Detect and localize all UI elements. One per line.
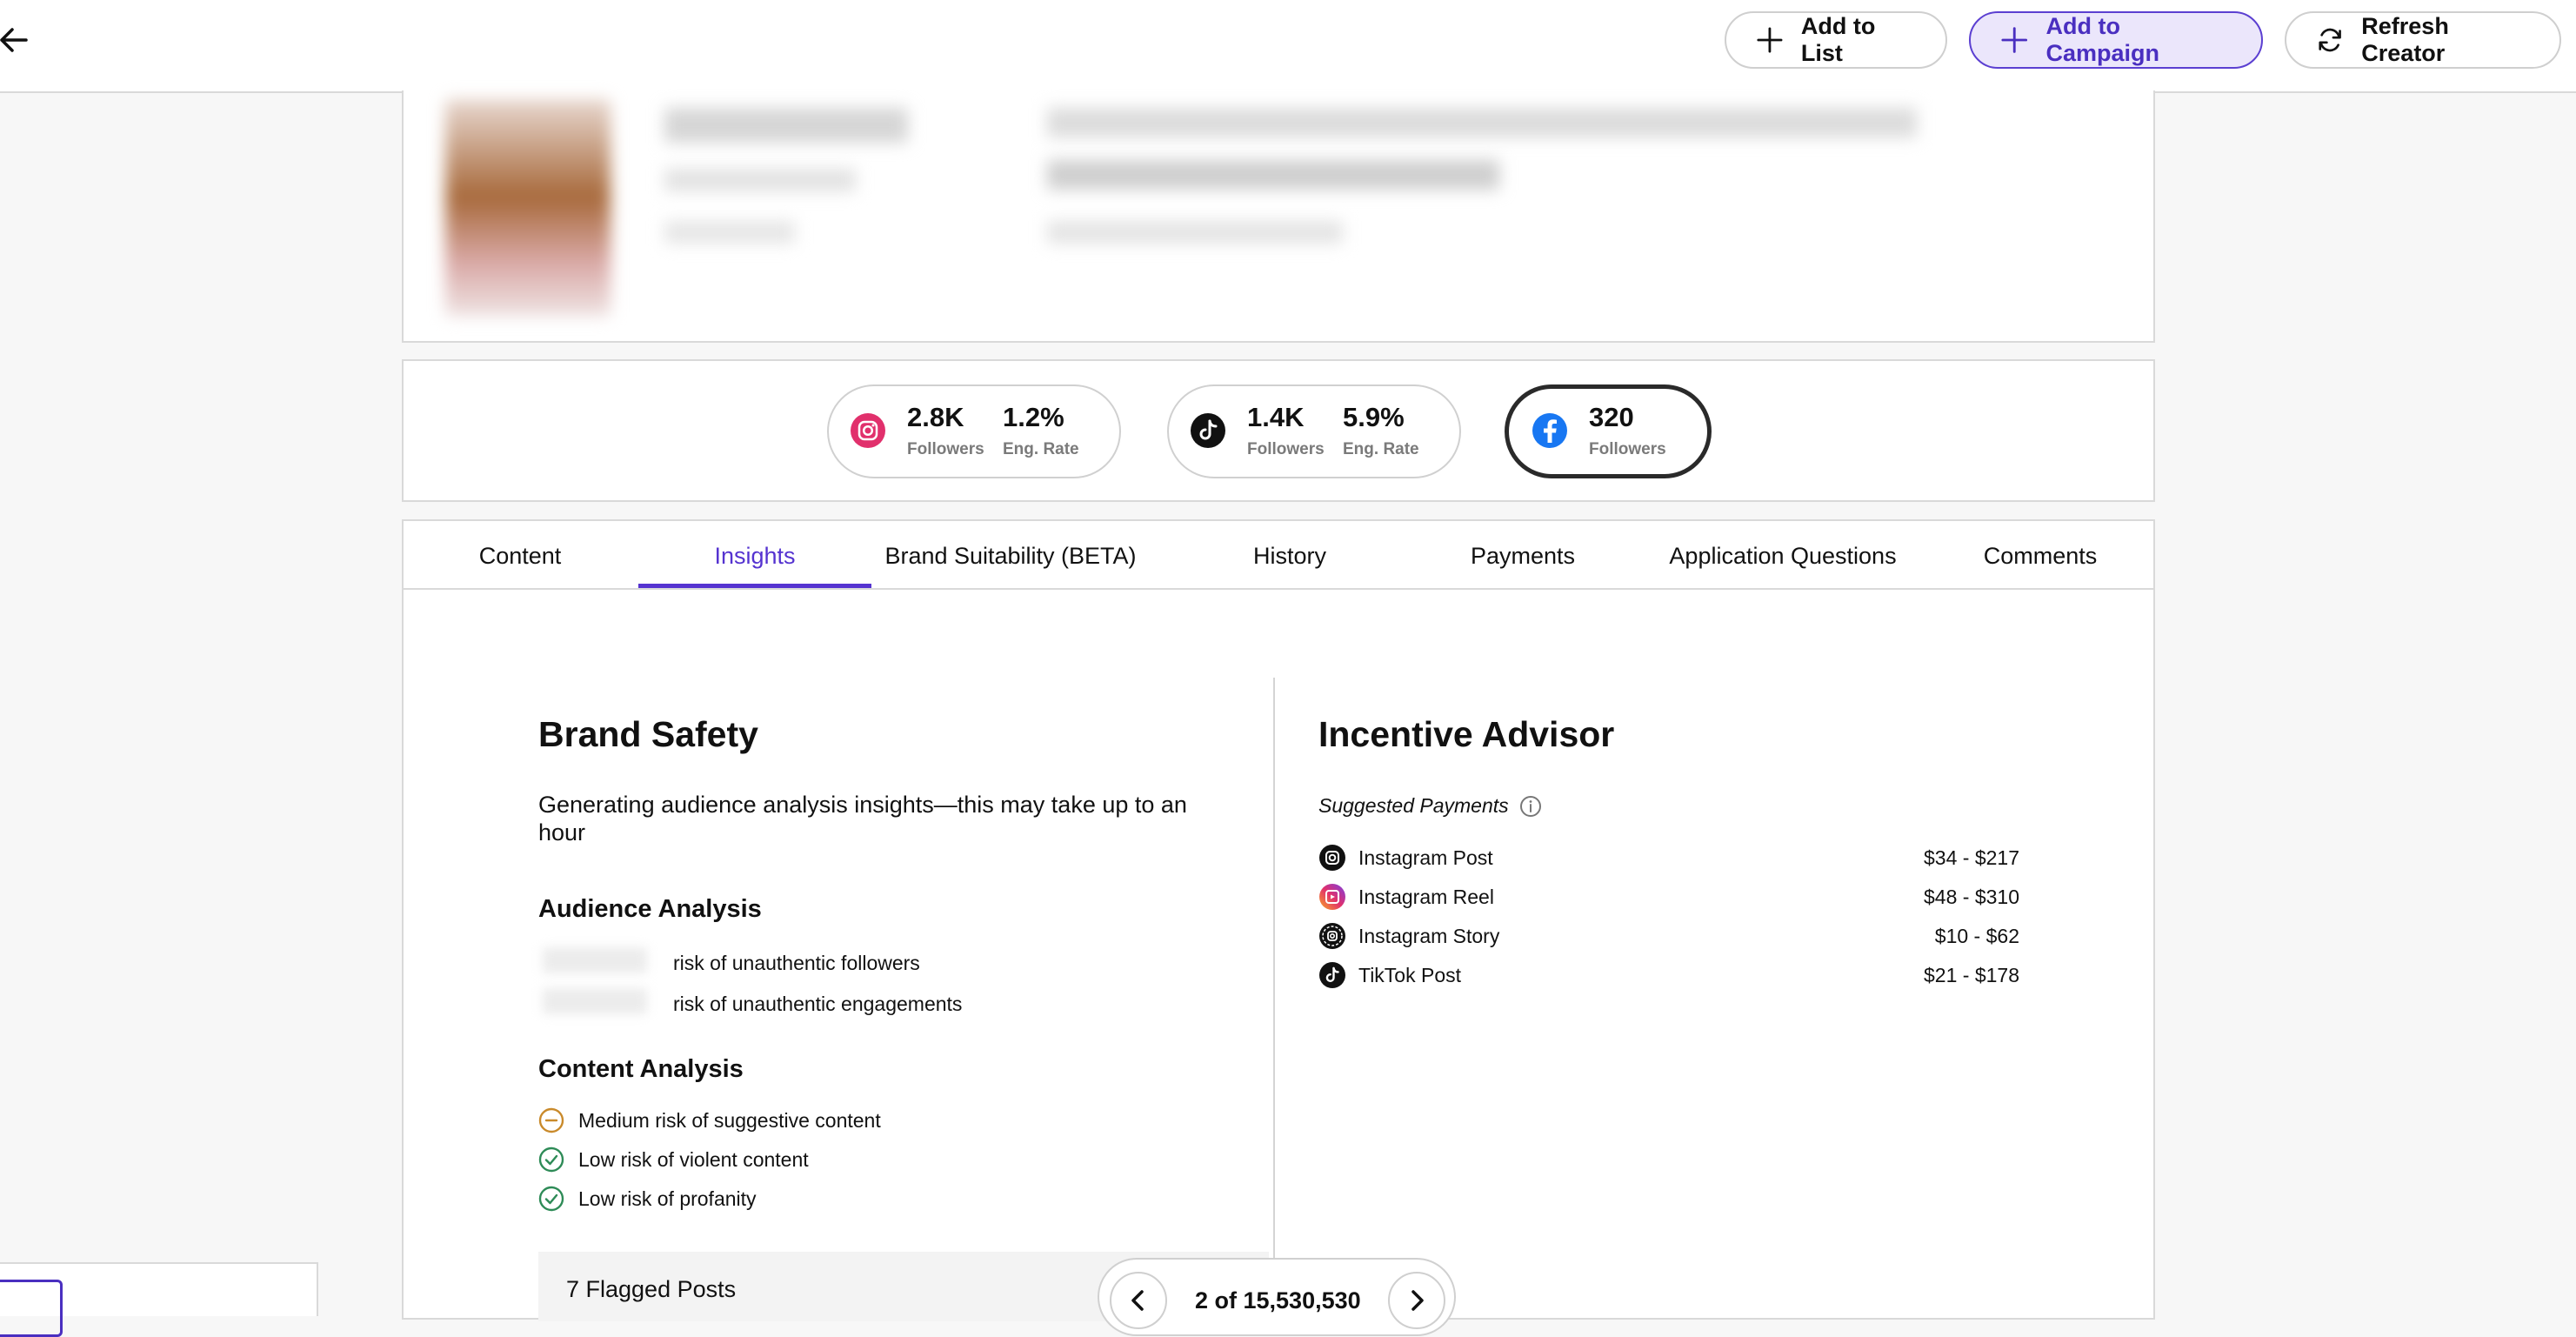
eng-rate-label: Eng. Rate bbox=[1343, 440, 1419, 458]
followers-label: Followers bbox=[1589, 440, 1666, 458]
check-circle-icon bbox=[538, 1186, 564, 1212]
chevron-left-icon bbox=[1131, 1290, 1144, 1311]
tiktok-icon bbox=[1319, 962, 1345, 988]
refresh-creator-label: Refresh Creator bbox=[2361, 13, 2449, 66]
suggested-payments-label: Suggested Payments bbox=[1318, 794, 1509, 817]
content-analysis-title: Content Analysis bbox=[538, 1055, 744, 1083]
instagram-icon bbox=[1319, 845, 1345, 871]
content-item: Low risk of profanity bbox=[538, 1186, 757, 1212]
instagram-reel-icon bbox=[1319, 884, 1345, 910]
side-panel-selected-box[interactable] bbox=[0, 1280, 63, 1337]
add-to-campaign-label: Add to Campaign bbox=[2045, 13, 2160, 66]
plus-icon bbox=[2001, 27, 2028, 53]
incentive-advisor-title: Incentive Advisor bbox=[1318, 714, 1615, 754]
audience-item: risk of unauthentic engagements bbox=[673, 993, 963, 1015]
payment-row: Instagram Story $10 - $62 bbox=[1318, 922, 2019, 950]
suggested-payments-heading: Suggested Payments bbox=[1318, 794, 1542, 818]
plus-icon bbox=[1757, 27, 1783, 53]
tab-content[interactable]: Content bbox=[404, 521, 637, 588]
back-arrow-icon[interactable] bbox=[0, 23, 31, 57]
chevron-right-icon bbox=[1411, 1290, 1424, 1311]
instagram-icon bbox=[851, 413, 885, 448]
audience-item: risk of unauthentic followers bbox=[673, 952, 920, 974]
pager-position: 2 of 15,530,530 bbox=[1195, 1287, 1361, 1314]
followers-label: Followers bbox=[1247, 440, 1325, 458]
payment-type: Instagram Post bbox=[1358, 846, 1493, 869]
followers-value: 320 bbox=[1589, 402, 1634, 432]
audience-analysis-title: Audience Analysis bbox=[538, 895, 762, 923]
refresh-creator-button[interactable]: Refresh Creator bbox=[2285, 11, 2561, 69]
payment-type: Instagram Reel bbox=[1358, 885, 1494, 908]
column-divider bbox=[1273, 678, 1275, 1321]
audience-risk-value-blurred bbox=[543, 947, 647, 973]
tab-comments[interactable]: Comments bbox=[1926, 521, 2154, 588]
profile-bio-blurred bbox=[1047, 108, 1917, 137]
eng-rate-label: Eng. Rate bbox=[1003, 440, 1079, 458]
payment-type: Instagram Story bbox=[1358, 924, 1500, 947]
top-bar: Add to List Add to Campaign Refresh Crea… bbox=[0, 0, 2576, 93]
tab-brand-suitability[interactable]: Brand Suitability (BETA) bbox=[871, 521, 1150, 588]
tab-bar: Content Insights Brand Suitability (BETA… bbox=[404, 521, 2153, 590]
payment-range: $10 - $62 bbox=[1934, 924, 2019, 947]
profile-bio-line-blurred bbox=[1047, 160, 1499, 190]
instagram-story-icon bbox=[1319, 923, 1345, 949]
audience-risk-value-blurred bbox=[543, 988, 647, 1014]
payment-type: TikTok Post bbox=[1358, 963, 1462, 986]
content-item: Low risk of violent content bbox=[538, 1146, 809, 1173]
followers-value: 2.8K bbox=[907, 402, 964, 432]
profile-name-blurred bbox=[664, 108, 908, 143]
content-item-label: Low risk of violent content bbox=[578, 1147, 809, 1171]
facebook-stats-pill[interactable]: 320 Followers bbox=[1505, 384, 1712, 478]
previous-creator-button[interactable] bbox=[1110, 1272, 1167, 1329]
content-item-label: Medium risk of suggestive content bbox=[578, 1108, 881, 1132]
payment-row: TikTok Post $21 - $178 bbox=[1318, 961, 2019, 989]
creator-pager: 2 of 15,530,530 bbox=[1098, 1258, 1456, 1336]
refresh-icon bbox=[2319, 28, 2341, 52]
payment-range: $48 - $310 bbox=[1924, 885, 2019, 908]
profile-bio-line-blurred bbox=[1047, 221, 1343, 244]
profile-header bbox=[402, 90, 2155, 343]
add-to-campaign-button[interactable]: Add to Campaign bbox=[1969, 11, 2263, 69]
content-item-label: Low risk of profanity bbox=[578, 1187, 757, 1210]
content-item: Medium risk of suggestive content bbox=[538, 1107, 881, 1133]
avatar bbox=[445, 99, 611, 317]
add-to-list-button[interactable]: Add to List bbox=[1725, 11, 1947, 69]
check-circle-icon bbox=[538, 1146, 564, 1173]
info-icon[interactable] bbox=[1519, 795, 1542, 818]
flagged-posts-label: 7 Flagged Posts bbox=[566, 1276, 737, 1302]
payment-row: Instagram Reel $48 - $310 bbox=[1318, 883, 2019, 911]
creator-detail-panel: Content Insights Brand Suitability (BETA… bbox=[402, 519, 2155, 1321]
followers-label: Followers bbox=[907, 440, 984, 458]
tiktok-stats-pill[interactable]: 1.4K Followers 5.9% Eng. Rate bbox=[1167, 384, 1461, 478]
followers-value: 1.4K bbox=[1247, 402, 1305, 432]
tab-history[interactable]: History bbox=[1173, 521, 1406, 588]
payment-row: Instagram Post $34 - $217 bbox=[1318, 844, 2019, 872]
instagram-stats-pill[interactable]: 2.8K Followers 1.2% Eng. Rate bbox=[827, 384, 1121, 478]
payment-range: $34 - $217 bbox=[1924, 846, 2019, 869]
add-to-list-label: Add to List bbox=[1800, 13, 1876, 66]
eng-rate-value: 1.2% bbox=[1003, 402, 1064, 432]
profile-meta-blurred bbox=[664, 221, 795, 244]
profile-handle-blurred bbox=[664, 169, 856, 191]
tab-insights[interactable]: Insights bbox=[638, 521, 871, 588]
medium-risk-icon bbox=[538, 1107, 564, 1133]
side-panel-fragment bbox=[0, 1262, 318, 1337]
next-creator-button[interactable] bbox=[1388, 1272, 1445, 1329]
generating-insights-text: Generating audience analysis insights—th… bbox=[538, 792, 1187, 846]
tab-payments[interactable]: Payments bbox=[1406, 521, 1639, 588]
social-stats-bar: 2.8K Followers 1.2% Eng. Rate 1.4K Follo… bbox=[402, 359, 2155, 502]
payment-range: $21 - $178 bbox=[1924, 963, 2019, 986]
eng-rate-value: 5.9% bbox=[1343, 402, 1405, 432]
facebook-icon bbox=[1532, 413, 1567, 448]
brand-safety-title: Brand Safety bbox=[538, 714, 758, 754]
tab-application-questions[interactable]: Application Questions bbox=[1639, 521, 1926, 588]
tiktok-icon bbox=[1191, 413, 1225, 448]
